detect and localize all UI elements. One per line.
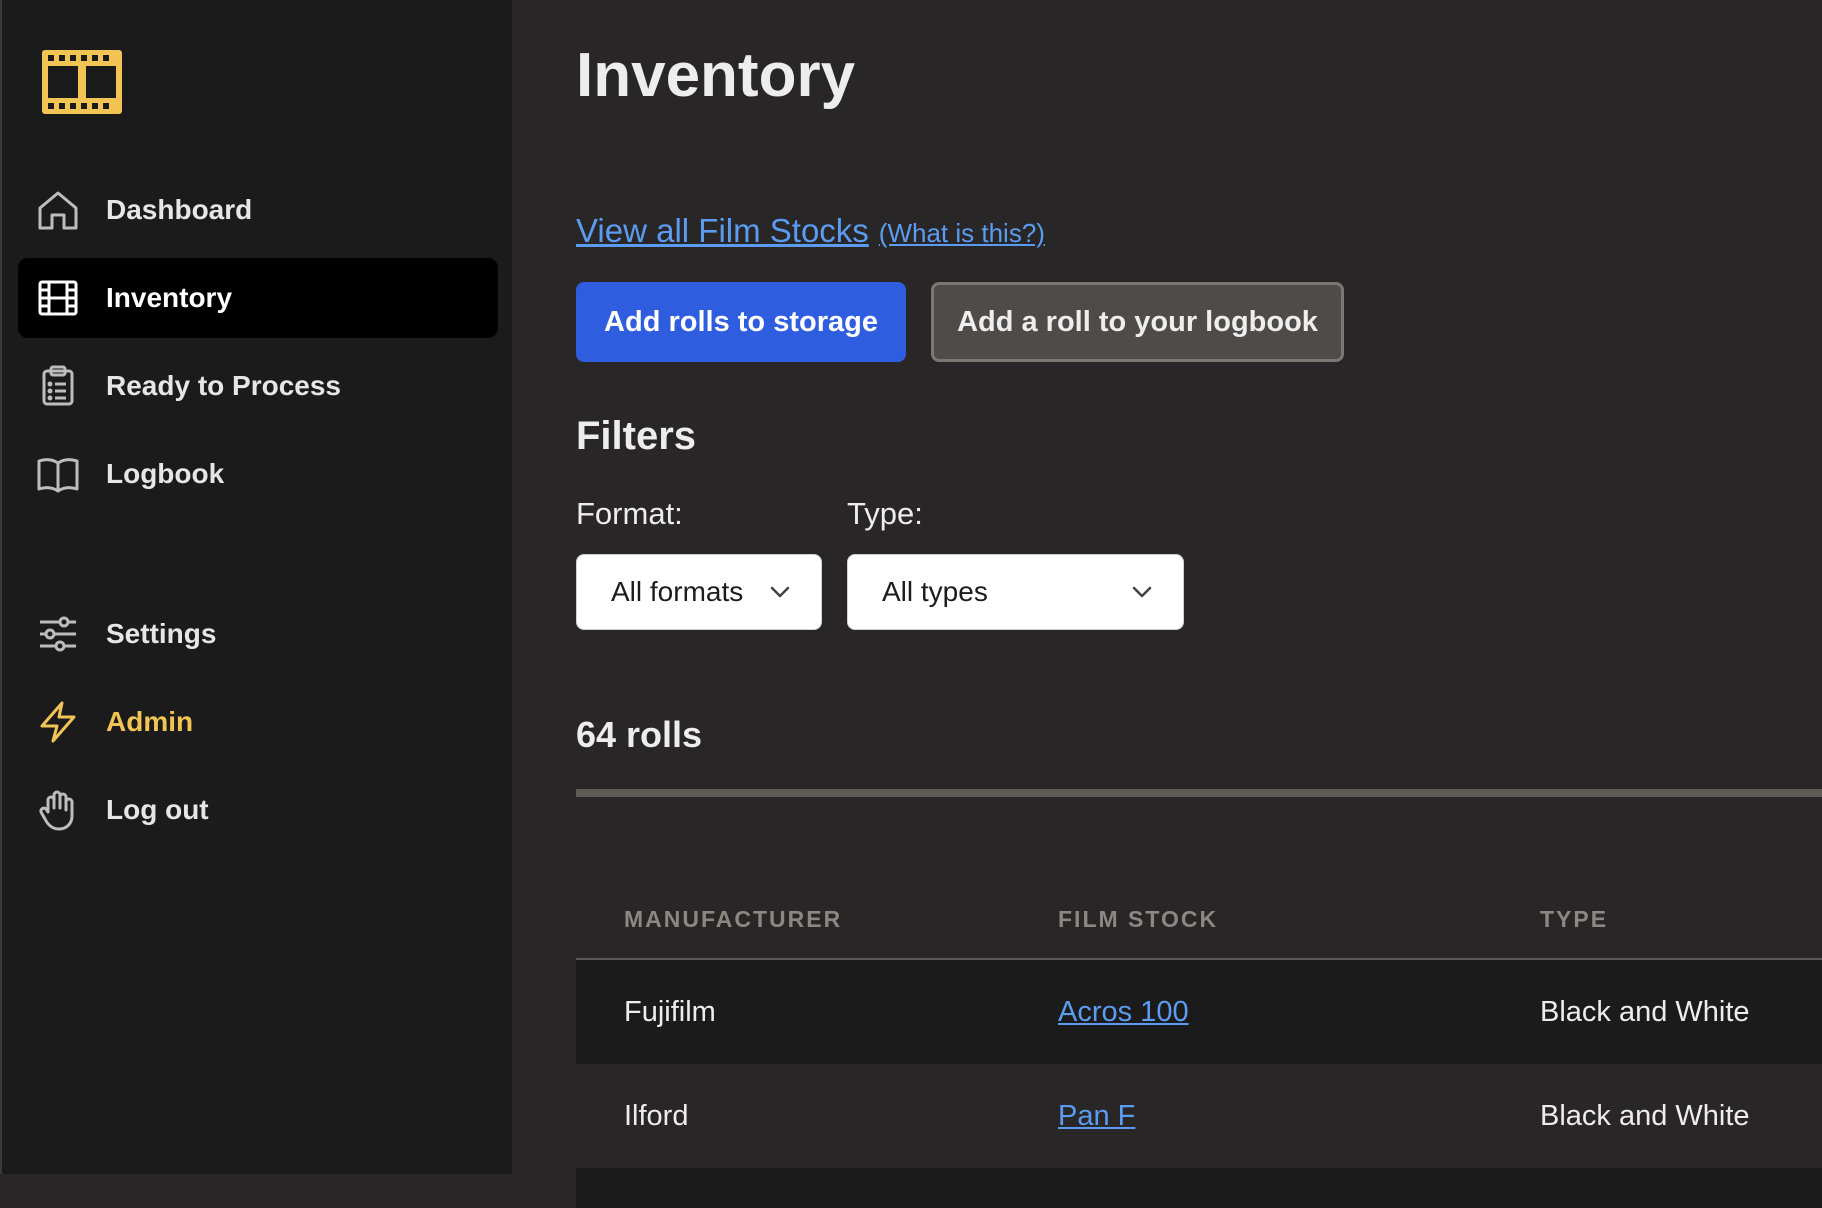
bolt-icon	[36, 700, 80, 744]
chevron-down-icon	[770, 586, 790, 598]
header-film-stock[interactable]: FILM STOCK	[1058, 906, 1218, 933]
format-label: Format:	[576, 496, 683, 531]
cell-manufacturer: Fujifilm	[624, 995, 716, 1028]
header-manufacturer[interactable]: MANUFACTURER	[624, 906, 842, 933]
cell-type: Black and White	[1540, 995, 1750, 1028]
add-rolls-to-storage-button[interactable]: Add rolls to storage	[576, 282, 906, 362]
sidebar-item-label: Dashboard	[106, 194, 253, 225]
sidebar-item-dashboard[interactable]: Dashboard	[18, 170, 498, 250]
film-stock-link[interactable]: Acros 100	[1058, 996, 1189, 1029]
filters-heading: Filters	[576, 414, 697, 458]
section-divider	[576, 789, 1822, 797]
inventory-table: MANUFACTURER FILM STOCK TYPE Fujifilm Ac…	[576, 880, 1822, 1208]
sidebar-item-label: Log out	[106, 794, 209, 825]
format-select[interactable]: All formats	[576, 554, 822, 630]
film-icon	[36, 276, 80, 320]
header-type[interactable]: TYPE	[1540, 906, 1608, 933]
sliders-icon	[36, 612, 80, 656]
clipboard-icon	[36, 364, 80, 408]
roll-count: 64 rolls	[576, 714, 703, 755]
page-title: Inventory	[576, 41, 856, 110]
table-row: Fujifilm Acros 100 Black and White	[576, 960, 1822, 1064]
sidebar-item-logbook[interactable]: Logbook	[18, 434, 498, 514]
home-icon	[36, 188, 80, 232]
chevron-down-icon	[1132, 586, 1152, 598]
sidebar-item-log-out[interactable]: Log out	[18, 770, 498, 850]
type-select-value: All types	[882, 576, 988, 607]
sidebar-item-label: Inventory	[106, 282, 233, 313]
sidebar-item-label: Ready to Process	[106, 370, 341, 401]
sidebar-item-label: Admin	[106, 706, 194, 737]
type-select[interactable]: All types	[847, 554, 1184, 630]
sidebar-item-settings[interactable]: Settings	[18, 594, 498, 674]
sidebar-item-label: Settings	[106, 618, 217, 649]
cell-manufacturer: Ilford	[624, 1099, 689, 1132]
hand-icon	[36, 788, 80, 832]
sidebar: Dashboard Inventory Ready to Process Log…	[0, 0, 512, 1174]
film-logo-icon[interactable]	[42, 50, 122, 114]
sidebar-item-ready-to-process[interactable]: Ready to Process	[18, 346, 498, 426]
add-roll-to-logbook-button[interactable]: Add a roll to your logbook	[931, 282, 1344, 362]
film-stock-link[interactable]: Pan F	[1058, 1100, 1135, 1133]
table-header: MANUFACTURER FILM STOCK TYPE	[576, 880, 1822, 960]
main-content: Inventory View all Film Stocks (What is …	[512, 0, 1822, 1208]
cell-type: Black and White	[1540, 1099, 1750, 1132]
sidebar-item-admin[interactable]: Admin	[18, 682, 498, 762]
what-is-this-link[interactable]: (What is this?)	[879, 218, 1045, 249]
format-select-value: All formats	[611, 576, 744, 607]
table-row	[576, 1168, 1822, 1208]
view-all-film-stocks-link[interactable]: View all Film Stocks	[576, 212, 869, 250]
table-row: Ilford Pan F Black and White	[576, 1064, 1822, 1168]
book-icon	[36, 452, 80, 496]
type-label: Type:	[847, 496, 923, 531]
film-stock-links: View all Film Stocks (What is this?)	[576, 212, 1045, 250]
sidebar-item-inventory[interactable]: Inventory	[18, 258, 498, 338]
sidebar-item-label: Logbook	[106, 458, 225, 489]
